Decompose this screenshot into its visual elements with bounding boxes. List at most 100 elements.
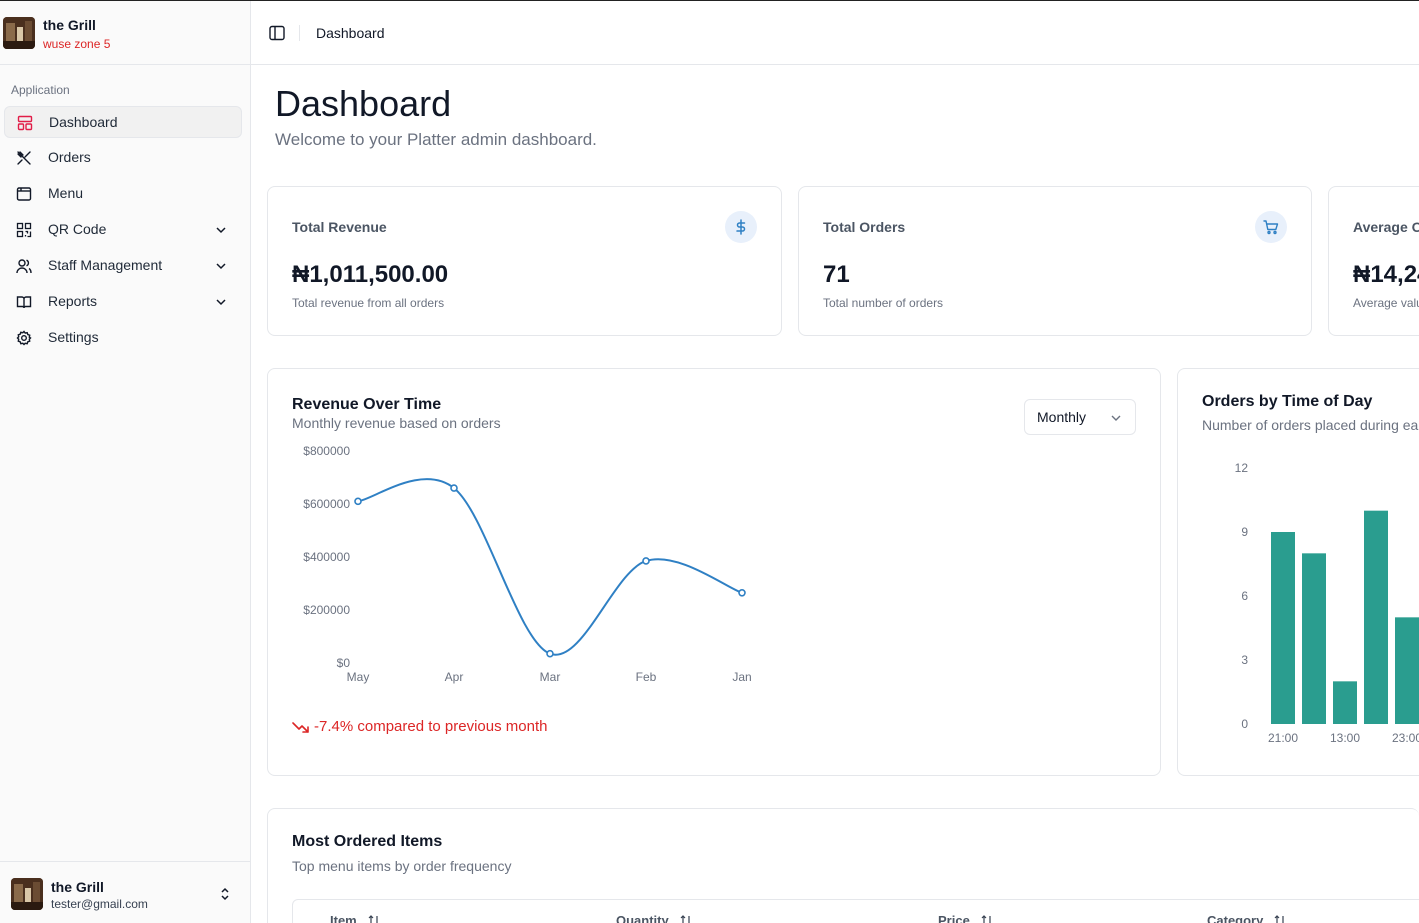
sidebar-item-menu[interactable]: Menu — [4, 178, 242, 210]
y-tick-label: $600000 — [303, 497, 350, 511]
data-point — [450, 484, 458, 492]
trending-down-icon — [292, 721, 309, 733]
sidebar-item-label: Reports — [48, 293, 98, 309]
bar — [1271, 532, 1295, 724]
stat-title: Total Revenue — [292, 219, 387, 235]
data-point — [546, 649, 554, 658]
dollar-icon — [725, 211, 757, 243]
sidebar-item-label: QR Code — [48, 221, 107, 237]
sort-icon — [981, 914, 991, 923]
cart-icon — [1255, 211, 1287, 243]
column-label: Quantity — [616, 913, 669, 923]
brand-location: wuse zone 5 — [43, 37, 111, 51]
nav-group-label: Application — [11, 83, 70, 97]
orders-time-chart-card: Orders by Time of Day Number of orders p… — [1177, 368, 1419, 776]
sidebar-item-dashboard[interactable]: Dashboard — [4, 106, 242, 138]
chevrons-up-down-icon — [221, 887, 229, 901]
y-tick-label: 9 — [1241, 525, 1248, 539]
sort-icon — [368, 914, 378, 923]
column-header-quantity[interactable]: Quantity — [616, 913, 693, 923]
qr-code-icon — [16, 222, 32, 238]
x-tick-label: Feb — [636, 670, 657, 684]
sidebar-item-label: Staff Management — [48, 257, 163, 273]
bar — [1302, 553, 1326, 724]
stat-title: Average Order Value — [1353, 219, 1419, 235]
chevron-down-icon — [216, 227, 226, 234]
y-tick-label: $0 — [337, 656, 351, 670]
revenue-series-line — [357, 478, 743, 656]
gear-icon — [16, 330, 32, 346]
column-label: Price — [938, 913, 970, 923]
column-label: Category — [1207, 913, 1264, 923]
page-subtitle: Welcome to your Platter admin dashboard. — [275, 130, 597, 149]
sidebar-item-staff-management[interactable]: Staff Management — [4, 250, 242, 282]
page-title: Dashboard — [275, 83, 452, 124]
sort-icon — [680, 914, 690, 923]
y-tick-label: 0 — [1241, 717, 1248, 731]
revenue-chart-card: Revenue Over Time Monthly revenue based … — [267, 368, 1161, 776]
y-tick-label: 12 — [1235, 461, 1249, 475]
x-tick-label: 13:00 — [1330, 731, 1360, 745]
sidebar-toggle-icon[interactable] — [268, 24, 286, 42]
stat-description: Average value per order — [1353, 296, 1419, 310]
sidebar-item-reports[interactable]: Reports — [4, 286, 242, 318]
brand-name: the Grill — [43, 17, 96, 33]
user-email: tester@gmail.com — [51, 897, 148, 911]
stat-card-average-order: Average Order Value ₦14,246.48 Average v… — [1328, 186, 1419, 336]
stat-title: Total Orders — [823, 219, 906, 235]
stat-description: Total revenue from all orders — [292, 296, 445, 310]
y-tick-label: 6 — [1241, 589, 1248, 603]
stat-card-total-orders: Total Orders 71 Total number of orders — [798, 186, 1312, 336]
sort-icon — [1274, 914, 1284, 923]
avatar — [11, 878, 43, 910]
user-name: the Grill — [51, 879, 104, 895]
trend-text: -7.4% compared to previous month — [314, 718, 548, 735]
data-point — [738, 588, 746, 597]
sidebar-item-label: Orders — [48, 149, 91, 165]
data-point — [642, 557, 650, 565]
y-tick-label: 3 — [1241, 653, 1248, 667]
top-bar: Dashboard — [251, 1, 1419, 65]
bar — [1395, 617, 1419, 724]
column-header-price[interactable]: Price — [938, 913, 994, 923]
stat-card-total-revenue: Total Revenue ₦1,011,500.00 Total revenu… — [267, 186, 782, 336]
sidebar-item-label: Dashboard — [49, 114, 118, 130]
bar — [1333, 681, 1357, 724]
x-tick-label: 21:00 — [1268, 731, 1298, 745]
trend-indicator: -7.4% compared to previous month — [292, 718, 547, 735]
column-header-item[interactable]: Item — [330, 913, 381, 923]
column-header-category[interactable]: Category — [1207, 913, 1287, 923]
stat-description: Total number of orders — [823, 296, 944, 310]
x-tick-label: Jan — [732, 670, 751, 684]
layout-dashboard-icon — [17, 115, 33, 131]
orders-bar-chart: 0 3 6 9 12 21:00 13:00 23:00 — [1235, 461, 1419, 745]
stat-value: ₦1,011,500.00 — [292, 261, 449, 288]
sidebar-item-label: Settings — [48, 329, 99, 345]
section-title: Most Ordered Items — [292, 833, 443, 850]
y-tick-label: $200000 — [303, 603, 350, 617]
data-point — [354, 497, 362, 506]
chevron-down-icon — [216, 299, 226, 306]
user-menu[interactable]: the Grill tester@gmail.com — [0, 861, 250, 923]
items-table: Item Quantity Price Category — [292, 899, 1419, 923]
users-icon — [16, 259, 32, 274]
section-subtitle: Top menu items by order frequency — [292, 858, 512, 874]
x-tick-label: May — [347, 670, 370, 684]
x-tick-label: Mar — [540, 670, 561, 684]
sidebar-item-orders[interactable]: Orders — [4, 142, 242, 174]
revenue-line-chart: $0 $200000 $400000 $600000 $800000 May Apr Mar F… — [303, 444, 751, 684]
column-label: Item — [330, 913, 357, 923]
sidebar-item-settings[interactable]: Settings — [4, 322, 242, 354]
book-open-icon — [16, 296, 32, 309]
utensils-crossed-icon — [17, 151, 31, 165]
bar — [1364, 510, 1388, 724]
stat-value: 71 — [823, 261, 850, 288]
most-ordered-card: Most Ordered Items Top menu items by ord… — [267, 808, 1419, 923]
breadcrumb[interactable]: Dashboard — [316, 25, 385, 41]
chevron-down-icon — [216, 263, 226, 270]
sidebar: the Grill wuse zone 5 Application Dashbo… — [0, 1, 251, 923]
y-tick-label: $400000 — [303, 550, 350, 564]
sidebar-item-qr-code[interactable]: QR Code — [4, 214, 242, 246]
x-tick-label: Apr — [445, 670, 464, 684]
brand-switcher[interactable]: the Grill wuse zone 5 — [0, 1, 250, 65]
